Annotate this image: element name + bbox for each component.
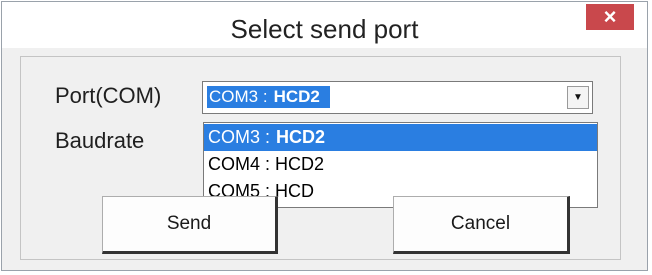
option-device: HCD — [275, 181, 315, 201]
port-select-value: COM3 : HCD2 — [207, 86, 330, 108]
cancel-button[interactable]: Cancel — [393, 196, 570, 254]
port-option-com4[interactable]: COM4 : HCD2 — [204, 151, 597, 178]
title-bar: Select send port × — [2, 2, 647, 48]
baudrate-label: Baudrate — [55, 128, 145, 153]
close-button[interactable]: × — [586, 4, 634, 30]
port-option-com3[interactable]: COM3 : HCD2 — [204, 124, 597, 151]
chevron-down-icon[interactable]: ▼ — [567, 86, 589, 109]
port-select[interactable]: COM3 : HCD2 ▼ — [202, 81, 593, 114]
option-port: COM4 : — [208, 154, 271, 174]
dialog-title: Select send port — [230, 14, 419, 44]
option-device: HCD2 — [275, 154, 325, 174]
send-button[interactable]: Send — [102, 196, 278, 254]
port-select-port: COM3 : — [209, 87, 268, 106]
option-port: COM3 : — [208, 127, 271, 147]
port-select-device: HCD2 — [273, 87, 320, 106]
port-label: Port(COM) — [55, 83, 162, 108]
close-icon: × — [603, 4, 617, 29]
option-device: HCD2 — [276, 127, 326, 147]
